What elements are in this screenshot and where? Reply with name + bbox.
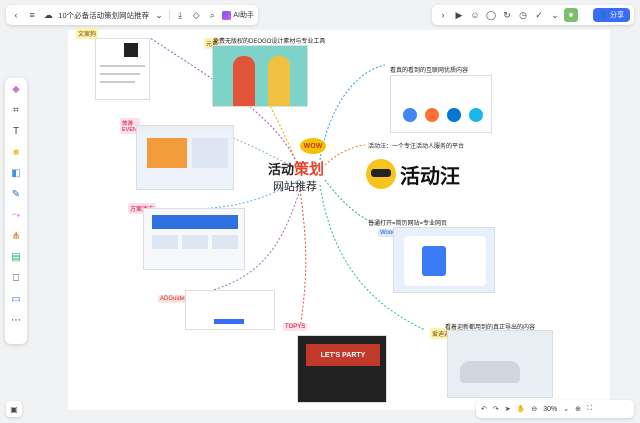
wow-badge: WOW — [300, 138, 326, 154]
share-button[interactable]: 👤 分享 — [593, 8, 630, 22]
comment-icon[interactable]: ◯ — [484, 8, 498, 22]
ai-assistant-label: AI助手 — [233, 12, 254, 19]
search-icon[interactable]: ⌕ — [206, 8, 218, 22]
tag-icon[interactable]: ◇ — [190, 8, 202, 22]
tool-dock: ◆ ⌗ T ■ ◧ ✎ ⤳ ⋔ ▤ ⎕ ▭ ⋯ — [5, 78, 27, 344]
thumbnail-adguider[interactable] — [185, 290, 275, 330]
chevron-down-icon[interactable]: ⌄ — [548, 8, 562, 22]
thumbnail-car[interactable] — [447, 330, 553, 398]
sticky-note-icon[interactable]: ■ — [9, 145, 23, 159]
ai-logo-icon — [222, 10, 232, 20]
chevron-down-icon[interactable]: ⌄ — [563, 405, 569, 413]
download-icon[interactable]: ⤓ — [174, 8, 186, 22]
thumbnail-woodo[interactable] — [393, 227, 495, 293]
thumbnail-lvyou-event[interactable] — [136, 125, 234, 190]
hand-icon[interactable]: ✋ — [517, 405, 526, 413]
thumbnail-browsers[interactable] — [390, 75, 492, 133]
upload-icon[interactable]: ▭ — [9, 292, 23, 306]
collaborate-icon[interactable]: ☺ — [468, 8, 482, 22]
history-icon[interactable]: ↻ — [500, 8, 514, 22]
template-icon[interactable]: ⎕ — [9, 271, 23, 285]
branch-tag-adguider[interactable]: ADGuider — [158, 295, 189, 303]
branch-label-yuansu[interactable]: 免费无版权的DEOGO设计素材与专业工具 — [213, 36, 325, 45]
fit-screen-icon[interactable]: ⛶ — [587, 405, 592, 413]
checklist-icon[interactable]: ✓ — [532, 8, 546, 22]
zoom-bar: ↶ ↷ ➤ ✋ ⊖ 30% ⌄ ⊕ ⛶ — [476, 400, 634, 418]
thumbnail-topys[interactable]: LET'S PARTY — [297, 335, 387, 403]
center-node-subtitle[interactable]: 网站推荐 — [273, 178, 317, 194]
expand-chevron-right-icon[interactable]: › — [436, 8, 450, 22]
huodongwang-logo[interactable]: 活动汪 — [366, 159, 460, 189]
mindmap-icon[interactable]: ⋔ — [9, 229, 23, 243]
select-cursor-icon[interactable]: ➤ — [505, 405, 511, 413]
branch-tag-topys[interactable]: TOPYS — [283, 323, 308, 331]
add-user-icon: 👤 — [599, 12, 608, 19]
thumbnail-opera-costume[interactable] — [212, 45, 308, 107]
redo-icon[interactable]: ↷ — [493, 405, 499, 413]
zoom-out-icon[interactable]: ⊖ — [531, 405, 537, 413]
toolbar-divider — [169, 10, 171, 20]
top-toolbar-right: › ▶ ☺ ◯ ↻ ◷ ✓ ⌄ ■ 👤 分享 — [432, 5, 634, 25]
palette-icon[interactable]: ◆ — [9, 82, 23, 96]
text-icon[interactable]: T — [9, 124, 23, 138]
zoom-level[interactable]: 30% — [543, 406, 557, 413]
timer-icon[interactable]: ◷ — [516, 8, 530, 22]
branch-label-huodongwang[interactable]: 活动汪：一个专注活动人服务的平台 — [368, 141, 464, 150]
cloud-icon: ☁ — [43, 9, 53, 20]
branch-label-hulianwang[interactable]: 看真的看到的互联网优质内容 — [390, 65, 468, 74]
logo-text: 活动汪 — [400, 165, 460, 188]
table-icon[interactable]: ▤ — [9, 250, 23, 264]
play-icon[interactable]: ▶ — [452, 8, 466, 22]
shape-icon[interactable]: ◧ — [9, 166, 23, 180]
center-title-word1: 活动 — [268, 162, 295, 177]
more-icon[interactable]: ⋯ — [9, 313, 23, 327]
minimap-icon[interactable]: ▣ — [6, 401, 22, 417]
pen-icon[interactable]: ✎ — [9, 187, 23, 201]
thumbnail-fangan[interactable] — [143, 208, 245, 270]
document-title[interactable]: 10个必备活动策划网站推荐 — [58, 10, 149, 21]
zoom-in-icon[interactable]: ⊕ — [575, 405, 581, 413]
dog-logo-icon — [366, 159, 396, 189]
connector-icon[interactable]: ⤳ — [9, 208, 23, 222]
back-chevron-left-icon[interactable]: ‹ — [10, 8, 22, 22]
center-title-word2: 策划 — [294, 161, 325, 178]
share-label: 分享 — [610, 12, 624, 19]
thumbnail-wenangou[interactable] — [95, 38, 150, 100]
top-toolbar-left: ‹ ≡ ☁ 10个必备活动策划网站推荐 ⌄ ⤓ ◇ ⌕ AI助手 — [6, 5, 258, 25]
undo-icon[interactable]: ↶ — [481, 405, 487, 413]
branch-label-woodo[interactable]: 普通打开=简历网站=专业网页 — [368, 218, 447, 227]
menu-icon[interactable]: ≡ — [26, 8, 38, 22]
ai-assistant-button[interactable]: AI助手 — [222, 10, 254, 20]
center-node-title[interactable]: 活动策划 — [268, 158, 324, 179]
party-banner: LET'S PARTY — [306, 344, 380, 366]
avatar[interactable]: ■ — [564, 8, 578, 22]
frame-icon[interactable]: ⌗ — [9, 103, 23, 117]
chevron-down-icon[interactable]: ⌄ — [153, 8, 165, 22]
